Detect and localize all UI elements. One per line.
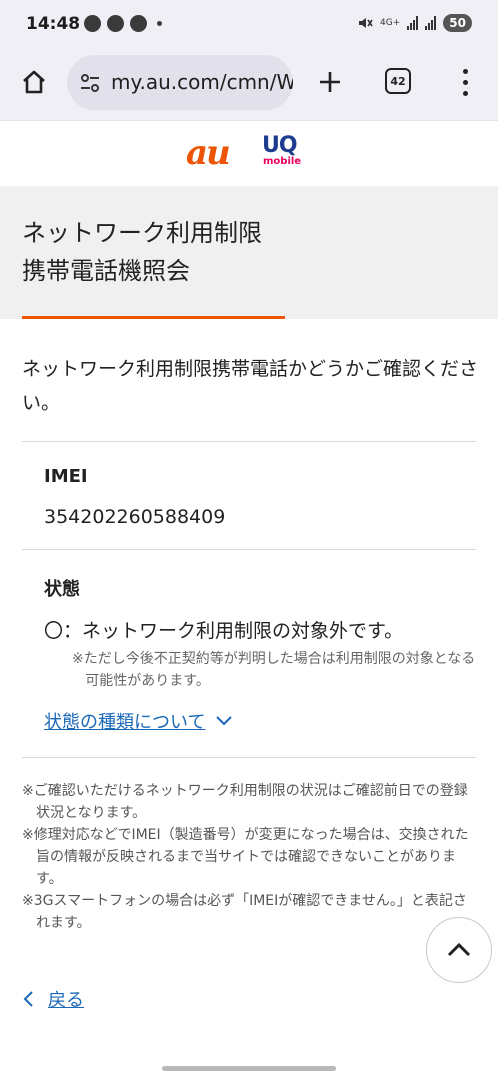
- back-link[interactable]: 戻る: [48, 986, 84, 1012]
- system-icons: 4G+ 50: [357, 14, 472, 32]
- uq-mobile-logo: UQ mobile: [262, 135, 306, 167]
- home-button[interactable]: [14, 62, 54, 102]
- brand-header: au UQ mobile: [0, 120, 498, 186]
- intro-text: ネットワーク利用制限携帯電話かどうかご確認ください。: [22, 358, 479, 414]
- chevron-left-icon: [23, 991, 33, 1007]
- status-note: ※ただし今後不正契約等が判明した場合は利用制限の対象となる可能性があります。: [72, 651, 476, 689]
- more-vert-icon[interactable]: [450, 62, 480, 102]
- divider: [22, 757, 476, 758]
- plus-icon: [320, 72, 340, 92]
- footnote-item: ※3Gスマートフォンの場合は必ず「IMEIが確認できません。」と表記されます。: [22, 893, 467, 931]
- page-title: ネットワーク利用制限 携帯電話機照会: [22, 214, 262, 290]
- signal-icon: [407, 16, 419, 30]
- tab-switcher-button[interactable]: 42: [385, 68, 411, 94]
- uq-logo-text: UQ: [262, 133, 298, 158]
- back-row[interactable]: 戻る: [22, 986, 84, 1012]
- chevron-up-icon: [447, 942, 471, 957]
- divider: [22, 549, 476, 550]
- imei-label: IMEI: [44, 466, 88, 487]
- notification-icons: [84, 15, 162, 32]
- network-type: 4G+: [380, 18, 401, 28]
- gesture-bar[interactable]: [162, 1066, 336, 1071]
- battery-indicator: 50: [443, 14, 472, 32]
- home-icon: [23, 70, 45, 94]
- url-bar[interactable]: my.au.com/cmn/W: [67, 55, 293, 110]
- page-title-line2: 携帯電話機照会: [22, 257, 190, 285]
- status-time: 14:48: [26, 14, 81, 34]
- footnote-item: ※修理対応などでIMEI（製造番号）が変更になった場合は、交換された旨の情報が反…: [22, 827, 469, 887]
- browser-toolbar: my.au.com/cmn/W 42: [0, 50, 498, 120]
- site-settings-icon[interactable]: [79, 72, 101, 94]
- status-bar: 14:48 4G+ 50: [0, 0, 498, 50]
- url-text: my.au.com/cmn/W: [111, 70, 293, 94]
- cloud-icon: [84, 15, 101, 32]
- status-label: 状態: [44, 579, 80, 600]
- scroll-to-top-button[interactable]: [426, 917, 492, 983]
- page-title-line1: ネットワーク利用制限: [22, 219, 262, 247]
- title-section: ネットワーク利用制限 携帯電話機照会: [0, 186, 498, 319]
- app-notification-icon: [107, 15, 124, 32]
- au-logo: au: [186, 133, 231, 173]
- status-types-link[interactable]: 状態の種類について: [44, 708, 233, 734]
- footnotes: ※ご確認いただけるネットワーク利用制限の状況はご確認前日での登録状況となります。…: [22, 780, 478, 934]
- status-types-link-label: 状態の種類について: [44, 712, 206, 733]
- status-value: 〇：ネットワーク利用制限の対象外です。: [44, 620, 404, 642]
- uq-logo-sub: mobile: [263, 156, 302, 167]
- signal-icon-2: [425, 16, 437, 30]
- mute-icon: [359, 18, 373, 28]
- more-notifications-icon: [157, 21, 162, 26]
- divider: [22, 441, 476, 442]
- footnote-item: ※ご確認いただけるネットワーク利用制限の状況はご確認前日での登録状況となります。: [22, 783, 468, 821]
- imei-value: 354202260588409: [44, 506, 226, 528]
- line-icon: [130, 15, 147, 32]
- title-underline: [22, 316, 285, 319]
- chevron-down-icon: [216, 716, 233, 726]
- new-tab-button[interactable]: [310, 62, 350, 102]
